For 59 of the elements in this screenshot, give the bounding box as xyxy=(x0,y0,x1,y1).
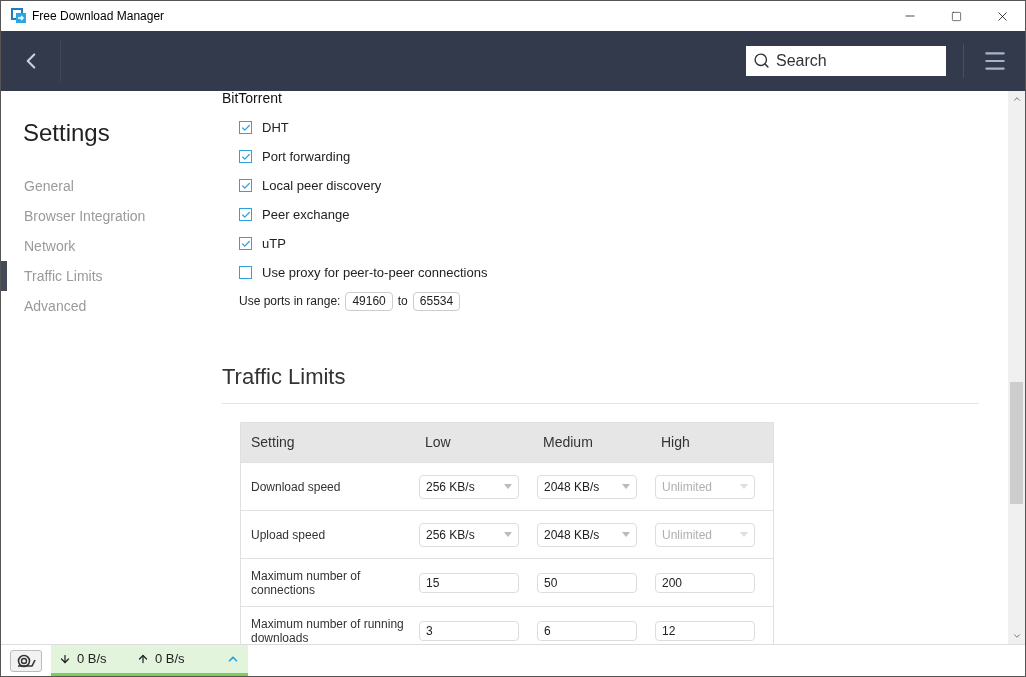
checkbox-label: DHT xyxy=(262,118,289,137)
checkbox-label: Local peer discovery xyxy=(262,176,382,195)
search-icon xyxy=(753,52,770,69)
dropdown[interactable]: 256 KB/s xyxy=(419,522,519,547)
app-logo-icon xyxy=(11,8,27,24)
scrollbar-thumb[interactable] xyxy=(1010,382,1023,504)
ports-separator: to xyxy=(397,293,408,310)
download-speed: 0 B/s xyxy=(77,650,108,669)
input-field[interactable]: 6 xyxy=(537,620,637,641)
scroll-up-icon[interactable] xyxy=(1011,94,1022,104)
column-header: Low xyxy=(425,434,451,450)
input-field[interactable]: 200 xyxy=(655,572,755,593)
search-field[interactable]: Search xyxy=(746,46,946,76)
input-field[interactable]: 49160 xyxy=(345,291,393,311)
download-icon xyxy=(59,653,71,665)
column-header: Setting xyxy=(251,434,295,450)
column-header: High xyxy=(661,434,690,450)
speed-panel[interactable]: 0 B/s 0 B/s xyxy=(51,645,248,676)
input-field[interactable]: 3 xyxy=(419,620,519,641)
caret-icon xyxy=(504,532,512,537)
checkbox[interactable] xyxy=(239,121,252,134)
checkbox[interactable] xyxy=(239,266,252,279)
dropdown[interactable]: 256 KB/s xyxy=(419,474,519,499)
column-header: Medium xyxy=(543,434,593,450)
window-title: Free Download Manager xyxy=(32,8,165,25)
ports-label: Use ports in range: xyxy=(239,293,341,310)
checkbox-label: uTP xyxy=(262,234,286,253)
dropdown[interactable]: 2048 KB/s xyxy=(537,522,637,547)
caret-icon xyxy=(622,532,630,537)
checkbox-label: Port forwarding xyxy=(262,147,351,166)
caret-icon xyxy=(622,484,630,489)
input-field[interactable]: 15 xyxy=(419,572,519,593)
checkbox-label: Use proxy for peer-to-peer connections xyxy=(262,263,488,282)
input-field[interactable]: 12 xyxy=(655,620,755,641)
dropdown[interactable]: 2048 KB/s xyxy=(537,474,637,499)
setting-label: Maximum number of connections xyxy=(251,568,362,597)
input-field[interactable]: 65534 xyxy=(412,291,461,311)
checkbox[interactable] xyxy=(239,237,252,250)
caret-icon xyxy=(740,484,748,489)
section-heading: BitTorrent xyxy=(222,91,283,107)
setting-label: Upload speed xyxy=(251,527,327,542)
input-field[interactable]: 50 xyxy=(537,572,637,593)
caret-icon xyxy=(740,532,748,537)
setting-label: Download speed xyxy=(251,479,342,494)
section-heading: Traffic Limits xyxy=(222,360,979,404)
scrollbar[interactable] xyxy=(1008,91,1025,644)
checkbox[interactable] xyxy=(239,150,252,163)
checkbox[interactable] xyxy=(239,208,252,221)
upload-speed: 0 B/s xyxy=(155,650,185,669)
snail-icon xyxy=(16,653,36,668)
upload-icon xyxy=(137,653,149,665)
settings-title: Settings xyxy=(22,118,111,148)
snail-button[interactable] xyxy=(10,649,42,672)
caret-icon xyxy=(504,484,512,489)
setting-label: Maximum number of running downloads xyxy=(251,616,405,644)
checkbox[interactable] xyxy=(239,179,252,192)
checkbox-label: Peer exchange xyxy=(262,205,350,224)
scroll-down-icon[interactable] xyxy=(1011,631,1022,641)
maximize-icon xyxy=(950,10,962,22)
